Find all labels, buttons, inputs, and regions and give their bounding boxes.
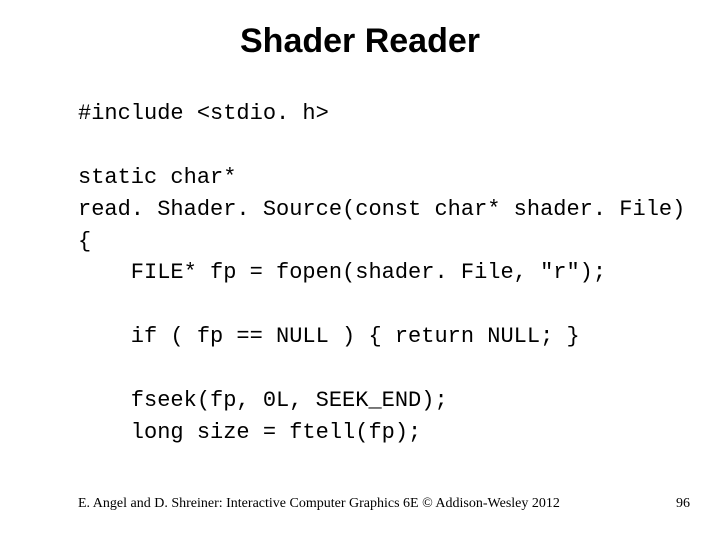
- slide-title: Shader Reader: [0, 22, 720, 61]
- slide: Shader Reader #include <stdio. h> static…: [0, 0, 720, 540]
- footer-citation: E. Angel and D. Shreiner: Interactive Co…: [78, 496, 560, 512]
- page-number: 96: [676, 496, 690, 512]
- code-block: #include <stdio. h> static char* read. S…: [78, 98, 680, 449]
